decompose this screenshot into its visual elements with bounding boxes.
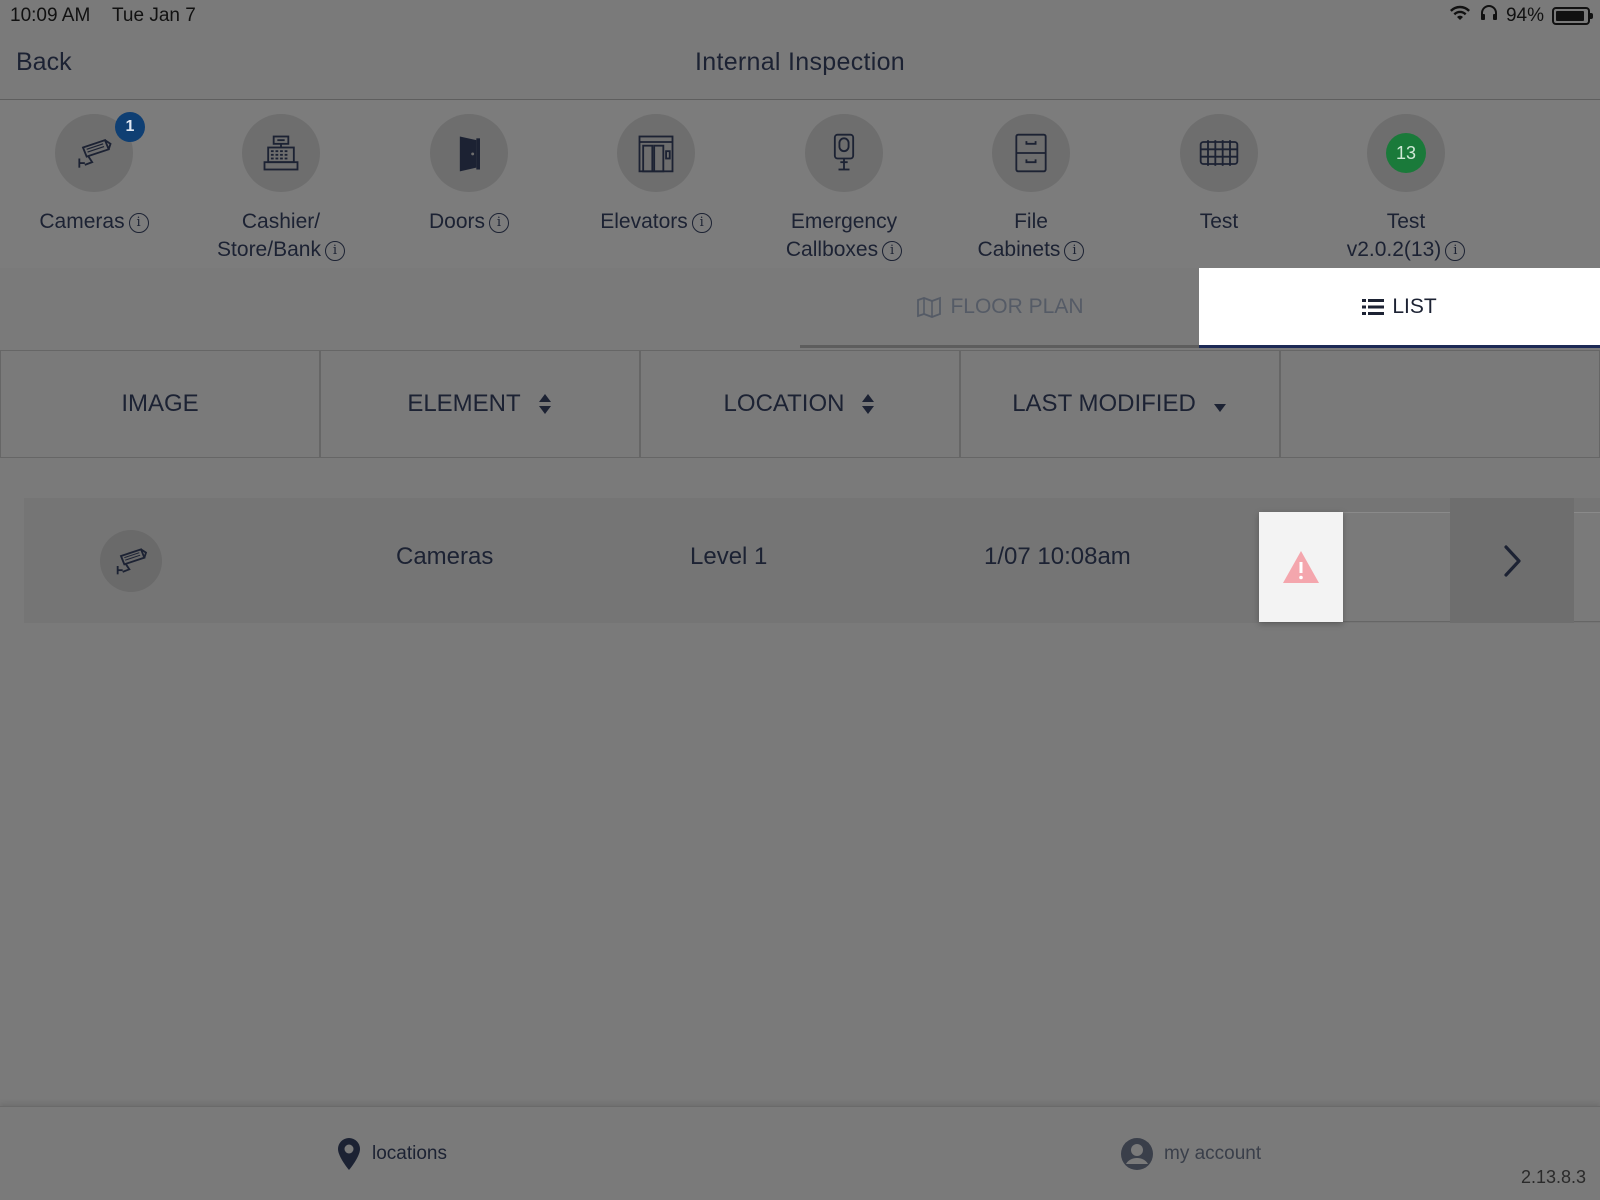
nav-bar: Back Internal Inspection (0, 30, 1600, 100)
app-version: 2.13.8.3 (1520, 1167, 1586, 1187)
warning-button[interactable] (1259, 512, 1343, 622)
battery-icon (1552, 7, 1593, 25)
tab-floor-plan-label: FLOOR PLAN (950, 294, 1084, 318)
column-header-location[interactable]: LOCATION (640, 350, 960, 458)
category-doors[interactable]: Doors i (379, 114, 559, 236)
battery-fill (1556, 11, 1585, 21)
info-icon[interactable]: i (1064, 241, 1085, 261)
cash-register-icon (263, 135, 299, 171)
chevron-right-icon (1504, 544, 1521, 577)
tab-floor-plan[interactable]: FLOOR PLAN (800, 268, 1200, 348)
info-icon[interactable]: i (324, 241, 345, 261)
category-icon-circle (242, 114, 320, 192)
warning-icon (1283, 551, 1319, 583)
info-icon[interactable]: i (1445, 241, 1466, 261)
category-file-cabinets[interactable]: File Cabinets i (941, 114, 1121, 264)
column-header-element[interactable]: ELEMENT (320, 350, 640, 458)
column-header-last-modified[interactable]: LAST MODIFIED (960, 350, 1280, 458)
category-label: Test (1199, 210, 1239, 233)
bottom-tab-bar: locations my account 2.13.8.3 (0, 1106, 1600, 1200)
category-label: Cameras i (4, 208, 184, 236)
security-camera-icon (116, 548, 148, 575)
column-header-actions (1280, 350, 1600, 458)
tab-locations-label: locations (372, 1143, 447, 1164)
category-icon-circle: 1 (55, 112, 145, 192)
file-cabinet-icon (1015, 133, 1047, 173)
column-header-label: ELEMENT (407, 390, 521, 417)
category-icon-circle (805, 114, 883, 192)
tab-list-label: LIST (1392, 294, 1437, 318)
info-icon[interactable]: i (489, 213, 510, 233)
location-pin-icon (338, 1138, 360, 1170)
info-icon[interactable]: i (882, 241, 903, 261)
column-header-image: IMAGE (0, 350, 320, 458)
callbox-icon (833, 133, 855, 171)
category-icon-circle: 13 (1367, 114, 1445, 192)
elevator-icon (638, 135, 674, 173)
category-elevators[interactable]: Elevators i (566, 114, 746, 236)
category-emergency-callboxes[interactable]: Emergency Callboxes i (754, 114, 934, 264)
category-test[interactable]: Test (1129, 114, 1309, 236)
category-icon-circle (430, 114, 508, 192)
category-label: Elevators i (566, 208, 746, 236)
category-label: File Cabinets i (941, 208, 1121, 264)
category-cashier-store-bank[interactable]: Cashier/Store/Bank i (191, 114, 371, 264)
row-element: Cameras (396, 543, 494, 570)
tab-my-account-label: my account (1164, 1143, 1262, 1164)
user-icon (1121, 1138, 1153, 1170)
category-icon-circle (992, 114, 1070, 192)
app-screen: 10:09 AM Tue Jan 7 94% Back Internal Ins… (0, 0, 1600, 1200)
fence-icon (1199, 140, 1239, 166)
category-test-v2[interactable]: 13 Test v2.0.2(13) i (1316, 114, 1496, 264)
row-image (100, 530, 162, 592)
category-label: Emergency Callboxes i (754, 208, 934, 264)
status-date: Tue Jan 7 (112, 5, 196, 26)
count-badge: 13 (1386, 133, 1426, 173)
door-icon (459, 136, 480, 172)
tab-list[interactable]: LIST (1199, 268, 1600, 348)
sort-descending-icon (1213, 404, 1226, 412)
tab-my-account[interactable]: my account (1120, 1137, 1261, 1171)
notification-badge: 1 (115, 112, 145, 142)
table-header: IMAGE ELEMENT LOCATION LAST MODIFIED (0, 350, 1600, 458)
info-icon[interactable]: i (128, 213, 149, 233)
headphones-icon (1480, 4, 1498, 28)
category-icon-circle (617, 114, 695, 192)
security-camera-icon (78, 139, 112, 168)
map-icon (917, 296, 942, 318)
column-header-label: LAST MODIFIED (1012, 390, 1196, 417)
column-header-label: LOCATION (723, 390, 845, 417)
info-icon[interactable]: i (691, 213, 712, 233)
sort-icon (538, 394, 551, 414)
battery-percent: 94% (1505, 5, 1544, 26)
row-last-modified: 1/07 10:08am (984, 543, 1131, 570)
category-label: Doors i (379, 208, 559, 236)
column-header-label: IMAGE (121, 390, 199, 417)
status-time: 10:09 AM (10, 5, 91, 26)
category-label: Cashier/Store/Bank i (191, 208, 371, 264)
wifi-icon (1448, 4, 1472, 28)
sort-icon (862, 394, 875, 414)
view-toggle: FLOOR PLAN LIST (0, 268, 1600, 350)
row-detail-button[interactable] (1450, 498, 1574, 623)
tab-locations[interactable]: locations (336, 1137, 447, 1171)
category-cameras[interactable]: 1 Cameras i (4, 112, 184, 236)
category-icon-circle (1180, 114, 1258, 192)
status-bar: 10:09 AM Tue Jan 7 94% (0, 0, 1600, 30)
page-title: Internal Inspection (695, 48, 905, 76)
status-indicators: 94% (1448, 4, 1593, 28)
row-location: Level 1 (690, 543, 768, 570)
category-strip: 1 Cameras i Cashier/Store/Bank i Doors i El… (0, 100, 1600, 268)
list-icon (1362, 298, 1385, 315)
table-row[interactable]: Cameras Level 1 1/07 10:08am (24, 498, 1600, 623)
category-label: Test v2.0.2(13) i (1316, 208, 1496, 264)
